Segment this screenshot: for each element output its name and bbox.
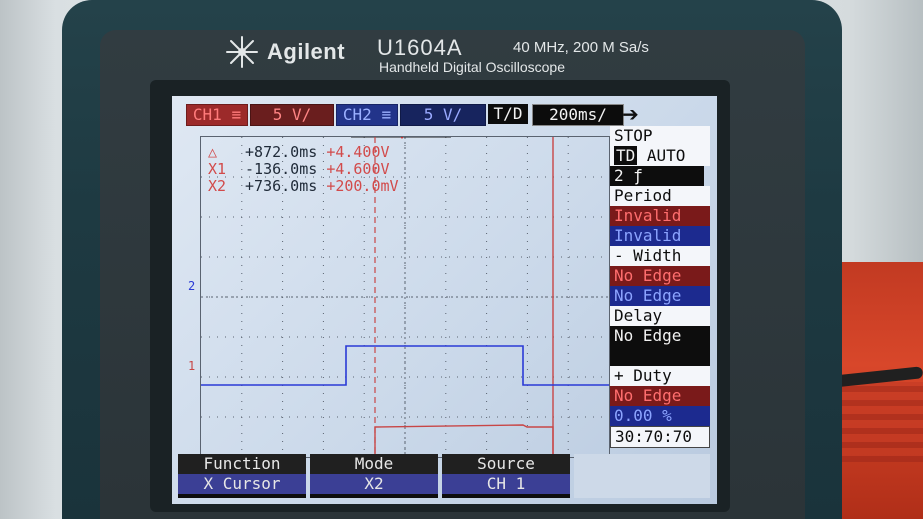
ch1-label[interactable]: CH1 ≡ — [186, 104, 248, 126]
ch1-scale[interactable]: 5 V/ — [250, 104, 334, 126]
ch2-scale[interactable]: 5 V/ — [400, 104, 486, 126]
mode-softkey[interactable]: Mode X2 — [310, 454, 438, 498]
model-spec: 40 MHz, 200 M Sa/s — [513, 39, 649, 56]
period-label[interactable]: Period — [610, 186, 710, 206]
timebase-value[interactable]: 200ms/ — [532, 104, 624, 126]
agilent-logo-icon — [226, 36, 258, 68]
model-number: U1604A — [377, 35, 463, 60]
period-ch1-value: Invalid — [610, 206, 710, 226]
trigger-arrow-icon: ➔ — [622, 104, 639, 126]
trigger-mode-auto: AUTO — [646, 146, 686, 165]
readout-x2-time: +736.0ms — [245, 177, 318, 195]
duty-ch2-value: 0.00 % — [610, 406, 710, 426]
empty-softkey[interactable] — [574, 454, 710, 498]
brand-header: Agilent U1604A 40 MHz, 200 M Sa/s Handhe… — [225, 35, 705, 75]
readout-x2-value: +200.0mV — [326, 177, 399, 195]
period-ch2-value: Invalid — [610, 226, 710, 246]
timebase-label: T/D — [488, 104, 528, 124]
measurement-panel: STOP TD AUTO 2 ƒ Period Invalid Invalid … — [610, 126, 710, 448]
oscilloscope-screen: CH1 ≡ 5 V/ CH2 ≡ 5 V/ T/D 200ms/ ➔ △ +87… — [172, 96, 717, 504]
readout-delta-row: △ +872.0ms +4.400V — [208, 144, 399, 161]
panel-spacer — [610, 346, 710, 366]
function-value: X Cursor — [178, 474, 306, 494]
ch2-waveform — [201, 345, 609, 386]
readout-x1-time: -136.0ms — [245, 160, 318, 178]
readout-delta-value: +4.400V — [326, 143, 390, 161]
model-description: Handheld Digital Oscilloscope — [379, 59, 565, 75]
mode-value: X2 — [310, 474, 438, 494]
brand-name: Agilent — [267, 39, 346, 64]
mode-title: Mode — [310, 454, 438, 474]
run-state[interactable]: STOP — [610, 126, 710, 146]
ch1-ground-marker: 1 — [188, 359, 196, 373]
readout-x1-value: +4.600V — [326, 160, 390, 178]
readout-x1-label: X1 — [208, 160, 227, 178]
status-bar: CH1 ≡ 5 V/ CH2 ≡ 5 V/ T/D 200ms/ — [186, 104, 626, 126]
clock-display: 30:70:70 — [610, 426, 710, 448]
width-ch1-value: No Edge — [610, 266, 710, 286]
readout-delta-label: △ — [208, 143, 218, 161]
delay-label[interactable]: Delay — [610, 306, 710, 326]
readout-x1-row: X1 -136.0ms +4.600V — [208, 161, 399, 178]
trigger-mode-td: TD — [614, 146, 638, 165]
delay-value: No Edge — [610, 326, 710, 346]
source-title: Source — [442, 454, 570, 474]
function-softkey[interactable]: Function X Cursor — [178, 454, 306, 498]
source-value: CH 1 — [442, 474, 570, 494]
readout-x2-label: X2 — [208, 177, 227, 195]
width-label[interactable]: - Width — [610, 246, 710, 266]
readout-x2-row: X2 +736.0ms +200.0mV — [208, 178, 399, 195]
duty-label[interactable]: + Duty — [610, 366, 710, 386]
duty-ch1-value: No Edge — [610, 386, 710, 406]
ch2-ground-marker: 2 — [188, 279, 196, 293]
trigger-source[interactable]: 2 ƒ — [610, 166, 704, 186]
cursor-readout: △ +872.0ms +4.400V X1 -136.0ms +4.600V X… — [208, 144, 399, 195]
ch2-label[interactable]: CH2 ≡ — [336, 104, 398, 126]
trigger-mode[interactable]: TD AUTO — [610, 146, 710, 166]
trigger-position-marker — [351, 137, 451, 139]
function-title: Function — [178, 454, 306, 474]
softkey-bar: Function X Cursor Mode X2 Source CH 1 — [178, 454, 714, 498]
source-softkey[interactable]: Source CH 1 — [442, 454, 570, 498]
readout-delta-time: +872.0ms — [245, 143, 318, 161]
width-ch2-value: No Edge — [610, 286, 710, 306]
